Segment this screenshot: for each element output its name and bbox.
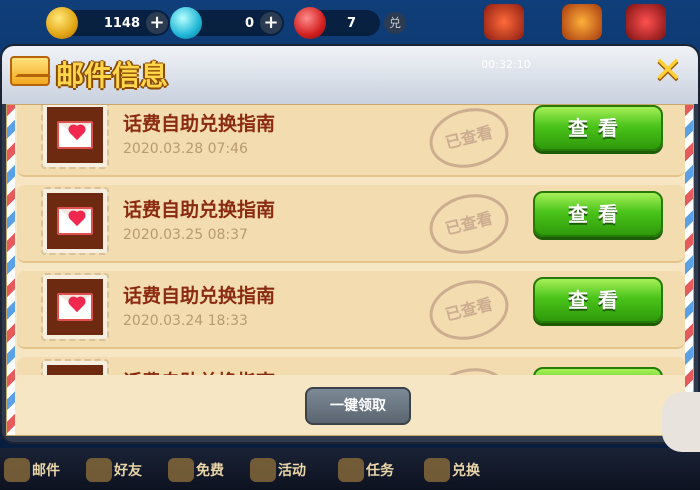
- nav-friends[interactable]: 好友: [86, 458, 142, 482]
- gold-counter: 1148 +: [46, 7, 170, 39]
- nav-mail-label: 邮件: [32, 463, 60, 479]
- ticket-value: 7: [346, 15, 356, 31]
- ticket-icon: [294, 7, 326, 39]
- mail-title: 话费自助兑换指南: [123, 113, 276, 135]
- bottom-navigation: 邮件 好友 免费 活动 任务 兑换: [0, 448, 700, 490]
- mail-title: 话费自助兑换指南: [123, 285, 276, 307]
- exchange-shortcut-icon[interactable]: 兑: [384, 12, 406, 34]
- task-icon: [338, 458, 364, 482]
- mail-row[interactable]: 话费自助兑换指南 2020.03.25 08:37 已查看 查看: [17, 185, 685, 263]
- exchange-icon: [424, 458, 450, 482]
- mail-list-panel: 话费自助兑换指南 2020.03.28 07:46 已查看 查看 话费自助兑换指…: [6, 104, 694, 436]
- view-button[interactable]: 查看: [533, 191, 663, 237]
- top-resource-bar: 1148 + 0 + 7 兑: [0, 0, 700, 48]
- nav-activity[interactable]: 活动: [250, 458, 306, 482]
- gold-value: 1148: [103, 15, 140, 31]
- free-icon: [168, 458, 194, 482]
- promo-money[interactable]: [618, 4, 674, 40]
- lucky-draw-icon: [562, 4, 602, 40]
- airmail-stripe-right: [685, 105, 693, 435]
- promo-lucky-draw[interactable]: [554, 4, 610, 40]
- nav-mail[interactable]: 邮件: [4, 458, 60, 482]
- gold-coin-icon: [46, 7, 78, 39]
- nav-free[interactable]: 免费: [168, 458, 224, 482]
- nav-exchange[interactable]: 兑换: [424, 458, 480, 482]
- mail-row[interactable]: 话费自助兑换指南: [17, 357, 685, 375]
- gift-icon: [250, 458, 276, 482]
- nav-exchange-label: 兑换: [452, 463, 480, 479]
- claim-all-button[interactable]: 一键领取: [305, 387, 411, 425]
- mail-date: 2020.03.28 07:46: [123, 141, 248, 157]
- dialog-header: 邮件信息 ✕: [2, 46, 698, 104]
- mail-stamp-icon: [41, 187, 109, 255]
- dialog-title: 邮件信息: [56, 59, 169, 92]
- mail-stamp-icon: [41, 273, 109, 341]
- nav-task-label: 任务: [366, 463, 394, 479]
- close-icon[interactable]: ✕: [650, 53, 686, 90]
- gem-counter: 0 +: [170, 7, 284, 39]
- mail-stamp-icon: [41, 359, 109, 375]
- nav-friends-label: 好友: [114, 463, 142, 479]
- mail-title: 话费自助兑换指南: [123, 367, 275, 375]
- add-gem-button[interactable]: +: [260, 12, 282, 34]
- view-button[interactable]: 查看: [533, 277, 663, 323]
- nav-task[interactable]: 任务: [338, 458, 394, 482]
- airmail-stripe-left: [7, 105, 15, 435]
- mail-date: 2020.03.25 08:37: [123, 227, 248, 243]
- fortune-god-icon: [484, 4, 524, 40]
- envelope-icon: [10, 56, 50, 86]
- money-god-icon: [626, 4, 666, 40]
- mail-row[interactable]: 话费自助兑换指南 2020.03.24 18:33 已查看 查看: [17, 271, 685, 349]
- diamond-icon: [170, 7, 202, 39]
- mail-stamp-icon: [41, 105, 109, 169]
- read-status-seal: 已查看: [423, 186, 515, 262]
- mail-row[interactable]: 话费自助兑换指南 2020.03.28 07:46 已查看 查看: [17, 105, 685, 177]
- mail-list[interactable]: 话费自助兑换指南 2020.03.28 07:46 已查看 查看 话费自助兑换指…: [17, 105, 685, 375]
- read-status-seal: 已查看: [423, 272, 515, 348]
- view-button[interactable]: [533, 367, 663, 375]
- ticket-counter: 7: [294, 7, 380, 39]
- read-status-seal: 已查看: [423, 105, 515, 176]
- friends-icon: [86, 458, 112, 482]
- mail-dialog: 邮件信息 ✕ 00:32:10 话费自助兑换指南 2020.03.28 07:4…: [0, 44, 700, 444]
- promo-timer: 00:32:10: [481, 58, 531, 71]
- read-status-seal: [423, 360, 515, 375]
- add-gold-button[interactable]: +: [146, 12, 168, 34]
- mail-date: 2020.03.24 18:33: [123, 313, 248, 329]
- mascot-icon: [662, 392, 700, 452]
- mail-icon: [4, 458, 30, 482]
- promo-revenge-pack[interactable]: [476, 4, 532, 40]
- nav-activity-label: 活动: [278, 463, 306, 479]
- nav-free-label: 免费: [196, 463, 224, 479]
- mail-title: 话费自助兑换指南: [123, 199, 276, 221]
- view-button[interactable]: 查看: [533, 105, 663, 151]
- gem-value: 0: [244, 15, 254, 31]
